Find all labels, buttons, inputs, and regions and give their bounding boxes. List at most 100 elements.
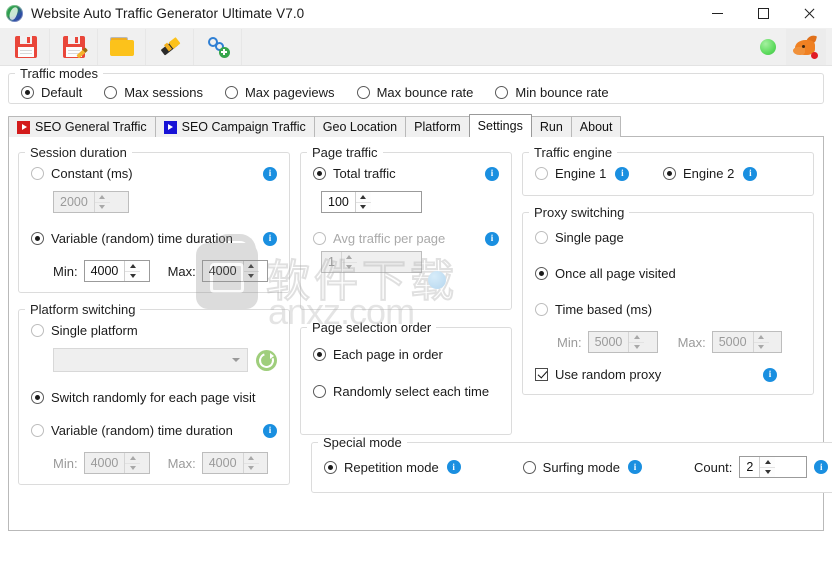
avg-traffic-stepper[interactable] [340, 252, 357, 273]
session-min-step-down[interactable] [125, 272, 140, 282]
proxy-min-spinner[interactable]: 5000 [587, 331, 658, 353]
tab-about[interactable]: About [570, 116, 622, 137]
tab-seo-general-traffic[interactable]: SEO General Traffic [8, 116, 156, 137]
constant-ms-stepper[interactable] [93, 192, 110, 213]
total-traffic-stepper[interactable] [354, 192, 371, 213]
proxy-max-stepper[interactable] [752, 332, 769, 353]
save-button[interactable] [2, 28, 50, 65]
session-max-step-up[interactable] [243, 261, 259, 272]
surfing-mode-info-icon[interactable]: i [628, 460, 642, 474]
minimize-button[interactable] [694, 0, 740, 28]
session-min-stepper[interactable] [124, 261, 141, 282]
radio-min-bounce-rate[interactable]: Min bounce rate [495, 84, 609, 100]
constant-ms-step-down[interactable] [95, 203, 110, 213]
radio-engine-2[interactable]: Engine 2 i [663, 166, 758, 181]
proxy-max-step-down[interactable] [754, 343, 769, 353]
tab-seo-campaign-traffic[interactable]: SEO Campaign Traffic [154, 116, 315, 137]
radio-each-page-in-order[interactable]: Each page in order [313, 347, 499, 362]
count-step-up[interactable] [760, 457, 776, 468]
radio-time-based[interactable]: Time based (ms) [535, 302, 801, 317]
platform-min-step-down[interactable] [125, 464, 140, 474]
session-min-spinner[interactable]: 4000 [83, 260, 150, 282]
count-spinner[interactable]: 2 [739, 456, 808, 478]
dragon-button[interactable] [786, 28, 826, 65]
radio-variable-duration-platform[interactable]: Variable (random) time duration [31, 423, 233, 438]
total-traffic-spinner[interactable]: 100 [321, 191, 422, 213]
platform-max-step-up[interactable] [243, 453, 259, 464]
radio-single-platform[interactable]: Single platform [31, 323, 277, 338]
save-as-button[interactable] [50, 28, 98, 65]
refresh-icon[interactable] [256, 349, 277, 371]
checkbox-use-random-proxy[interactable]: Use random proxy [535, 367, 661, 382]
platform-max-stepper[interactable] [242, 453, 259, 474]
test-button[interactable] [146, 28, 194, 65]
proxy-max-step-up[interactable] [753, 332, 769, 343]
radio-max-bounce-rate-icon [356, 85, 370, 99]
constant-ms-spinner[interactable]: 2000 [53, 191, 129, 213]
avg-traffic-step-up[interactable] [341, 252, 357, 263]
count-step-down[interactable] [760, 468, 775, 478]
radio-switch-randomly[interactable]: Switch randomly for each page visit [31, 390, 277, 405]
radio-avg-traffic-per-page[interactable]: Avg traffic per page [313, 231, 445, 246]
special-mode-legend: Special mode [323, 435, 402, 450]
platform-max-step-down[interactable] [244, 464, 259, 474]
session-max-spinner[interactable]: 4000 [201, 260, 268, 282]
tab-platform[interactable]: Platform [405, 116, 470, 137]
radio-min-bounce-rate-label: Min bounce rate [515, 84, 609, 100]
session-min-step-up[interactable] [125, 261, 141, 272]
platform-max-value: 4000 [208, 456, 237, 470]
radio-variable-duration-session[interactable]: Variable (random) time duration [31, 231, 233, 246]
checkbox-use-random-proxy-icon [535, 368, 548, 381]
total-traffic-info-icon[interactable]: i [485, 166, 499, 181]
close-button[interactable] [786, 0, 832, 28]
count-info-icon[interactable]: i [814, 460, 829, 474]
proxy-min-step-up[interactable] [629, 332, 645, 343]
radio-constant-ms[interactable]: Constant (ms) [31, 166, 133, 181]
radio-surfing-mode[interactable]: Surfing mode i [522, 460, 642, 475]
platform-min-stepper[interactable] [124, 453, 141, 474]
count-stepper[interactable] [759, 457, 776, 478]
engine-2-info-icon[interactable]: i [743, 166, 758, 181]
constant-ms-info-icon[interactable]: i [263, 166, 277, 181]
proxy-min-stepper[interactable] [628, 332, 645, 353]
use-random-proxy-info-icon[interactable]: i [763, 367, 777, 382]
avg-traffic-spinner[interactable]: 1 [321, 251, 422, 273]
tab-run[interactable]: Run [530, 116, 572, 137]
platform-min-step-up[interactable] [125, 453, 141, 464]
radio-randomly-select-each-time[interactable]: Randomly select each time [313, 384, 499, 399]
add-link-button[interactable] [194, 28, 242, 65]
traffic-engine-legend: Traffic engine [534, 145, 613, 160]
platform-combo[interactable] [53, 348, 248, 372]
radio-switch-randomly-icon [31, 391, 44, 404]
radio-total-traffic[interactable]: Total traffic [313, 166, 396, 181]
engine-1-info-icon[interactable]: i [615, 166, 630, 181]
variable-duration-session-info-icon[interactable]: i [263, 231, 277, 246]
session-max-stepper[interactable] [242, 261, 259, 282]
repetition-mode-info-icon[interactable]: i [446, 460, 461, 474]
tab-geo-location[interactable]: Geo Location [313, 116, 407, 137]
radio-single-page[interactable]: Single page [535, 230, 801, 245]
variable-duration-platform-info-icon[interactable]: i [263, 423, 277, 438]
radio-engine-1[interactable]: Engine 1 i [535, 166, 663, 181]
proxy-min-step-down[interactable] [629, 343, 644, 353]
platform-max-spinner[interactable]: 4000 [201, 452, 268, 474]
radio-randomly-select-each-time-icon [313, 385, 326, 398]
total-traffic-step-down[interactable] [356, 203, 371, 213]
session-max-step-down[interactable] [244, 272, 259, 282]
open-button[interactable] [98, 28, 146, 65]
tab-settings[interactable]: Settings [468, 114, 532, 137]
radio-repetition-mode[interactable]: Repetition mode i [324, 460, 461, 475]
radio-max-pageviews[interactable]: Max pageviews [224, 85, 335, 100]
page-selection-order-group: Page selection order Each page in order … [300, 320, 512, 435]
constant-ms-step-up[interactable] [94, 192, 110, 203]
total-traffic-step-up[interactable] [355, 192, 371, 203]
radio-default[interactable]: Default [21, 85, 82, 100]
radio-max-bounce-rate[interactable]: Max bounce rate [356, 85, 473, 100]
avg-traffic-step-down[interactable] [342, 263, 357, 273]
radio-max-sessions[interactable]: Max sessions [104, 85, 203, 100]
avg-traffic-info-icon[interactable]: i [485, 231, 499, 246]
maximize-button[interactable] [740, 0, 786, 28]
proxy-max-spinner[interactable]: 5000 [711, 331, 782, 353]
platform-min-spinner[interactable]: 4000 [83, 452, 150, 474]
radio-once-all-page-visited[interactable]: Once all page visited [535, 266, 801, 281]
